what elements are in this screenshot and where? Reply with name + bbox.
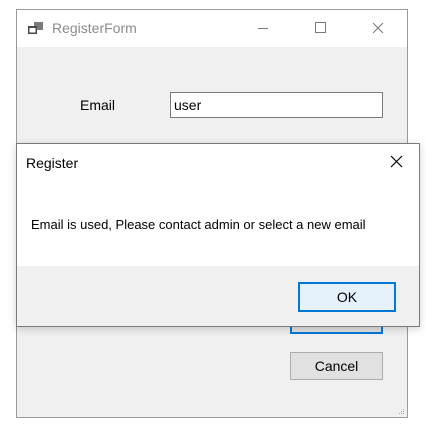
register-message-dialog: Register Email is used, Please contact a… (16, 143, 420, 327)
ok-button[interactable]: OK (298, 282, 396, 312)
minimize-button[interactable] (240, 10, 286, 47)
resize-grip-icon[interactable] (397, 407, 405, 415)
dialog-message: Email is used, Please contact admin or s… (31, 217, 366, 232)
dialog-title: Register (26, 155, 79, 171)
close-icon (355, 10, 401, 47)
main-title-bar[interactable]: RegisterForm (17, 10, 407, 47)
maximize-icon (297, 10, 343, 47)
email-label: Email (80, 97, 116, 113)
maximize-button[interactable] (297, 10, 343, 47)
email-input[interactable] (170, 92, 383, 118)
app-window-icon (28, 22, 44, 35)
window-title: RegisterForm (52, 20, 137, 36)
cancel-button[interactable]: Cancel (290, 352, 383, 380)
minimize-icon (240, 10, 286, 47)
dialog-close-button[interactable] (375, 144, 419, 180)
dialog-footer: OK (17, 266, 419, 326)
close-icon (375, 144, 419, 180)
close-button[interactable] (355, 10, 401, 47)
